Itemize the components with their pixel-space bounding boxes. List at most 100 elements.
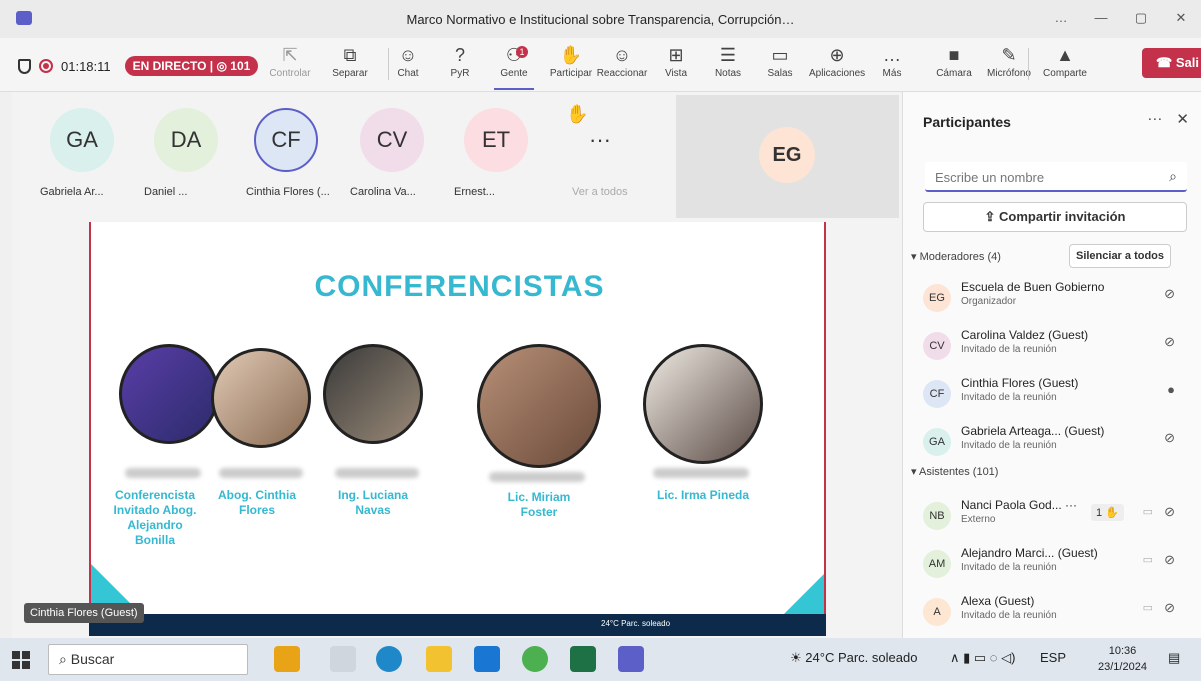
toolbar-button-separar[interactable]: ⧉ Separar [322,44,378,79]
blurred-caption [489,472,585,482]
moderators-section-toggle[interactable]: ▾ Moderadores (4) [911,250,1001,263]
toolbar-label: Gente [500,68,528,79]
search-placeholder: Escribe un nombre [935,170,1045,185]
more-icon[interactable]: ··· [1147,110,1162,128]
participant-row[interactable]: CF Cinthia Flores (Guest) Invitado de la r… [923,374,1193,418]
language-indicator[interactable]: ESP [1040,650,1066,665]
weather-widget[interactable]: ☀ 24°C Parc. soleado [790,650,917,666]
toolbar-button-vista[interactable]: ⊞ Vista [648,44,704,79]
phone-icon: ☎ [1156,55,1176,70]
mic-muted-icon[interactable]: ⊘ [1164,334,1175,350]
panel-actions: ··· ✕ [1147,110,1189,128]
mic-on-icon[interactable]: ● [1167,382,1175,397]
task-view-icon[interactable] [330,646,356,672]
vista-icon: ⊞ [668,45,684,65]
leave-button[interactable]: ☎ Sali [1142,48,1201,78]
toolbar-divider [1028,48,1029,80]
system-tray-icons[interactable]: ∧ ▮ ▭ ◌ ◁) [950,650,1015,666]
mic-muted-icon[interactable]: ⊘ [1164,600,1175,616]
close-window-button[interactable]: ✕ [1161,0,1201,38]
participant-avatar[interactable]: ET [464,108,528,172]
toolbar-button-comparte[interactable]: ▲ Comparte [1037,44,1093,79]
participant-name[interactable]: Ver a todos [572,186,628,198]
toolbar-button-aplicaciones[interactable]: ⊕ Aplicaciones [809,44,865,79]
mic-muted-icon[interactable]: ⊘ [1164,504,1175,520]
speaker-name: Lic. Miriam Foster [507,490,571,519]
toolbar-label: Salas [767,68,793,79]
live-badge[interactable]: EN DIRECTO | ◎ 101 [124,56,259,76]
file-explorer-icon[interactable] [426,646,452,672]
taskbar-search[interactable]: ⌕ Buscar [48,644,248,675]
participar-icon: ✋ [559,45,583,65]
participant-role: Organizador [961,296,1017,307]
attendees-section-toggle[interactable]: ▾ Asistentes (101) [911,465,998,478]
camera-off-icon: ▭ [1142,554,1153,566]
toolbar-button-controlar[interactable]: ⇱ Controlar [262,44,318,79]
speaker-name: Lic. Irma Pineda [656,488,750,502]
mic-muted-icon[interactable]: ⊘ [1164,286,1175,302]
participant-name: Gabriela Ar... [40,186,104,198]
participant-avatar: GA [923,428,951,456]
toolbar-button-reaccionar[interactable]: ☺ Reaccionar [594,44,650,79]
chrome-icon[interactable] [522,646,548,672]
share-icon: ⇪ [984,209,1000,224]
toolbar-button-más[interactable]: … Más [864,44,920,79]
clock-date: 23/1/2024 [1098,661,1147,673]
minimize-button[interactable]: — [1081,0,1121,38]
toolbar-button-gente[interactable]: ⚇ Gente 1 [486,44,542,90]
cámara-icon: ■ [948,45,960,65]
participant-name: Carolina Valdez (Guest) [961,328,1089,342]
participant-role: Invitado de la reunión [961,440,1057,451]
maximize-button[interactable]: ▢ [1121,0,1161,38]
speaker-photo [211,348,311,448]
participant-row[interactable]: NB Nanci Paola God... ··· Externo ▭ 1 ✋ ⊘ [923,496,1193,540]
mute-all-button[interactable]: Silenciar a todos [1069,244,1171,268]
close-icon[interactable]: ✕ [1176,110,1189,128]
toolbar-button-participar[interactable]: ✋ Participar [543,44,599,79]
participant-search-input[interactable]: Escribe un nombre ⌕ [925,162,1187,192]
teams-taskbar-icon[interactable] [618,646,644,672]
notifications-icon[interactable]: ▤ [1168,650,1180,666]
mail-icon[interactable] [474,646,500,672]
participant-row[interactable]: EG Escuela de Buen Gobierno Organizador ⊘ [923,278,1193,322]
more-options-button[interactable]: … [1041,0,1081,38]
briefcase-app-icon[interactable] [274,646,300,672]
windows-start-icon[interactable] [12,651,30,669]
participant-avatar[interactable]: CF [254,108,318,172]
participant-role: Invitado de la reunión [961,392,1057,403]
windows-taskbar: ⌕ Buscar ☀ 24°C Parc. soleado ∧ ▮ ▭ ◌ ◁)… [0,638,1201,681]
participant-row[interactable]: A Alexa (Guest) Invitado de la reunión ▭ ⊘ [923,592,1193,636]
window-controls: … — ▢ ✕ [1041,0,1201,38]
participant-row[interactable]: CV Carolina Valdez (Guest) Invitado de la … [923,326,1193,370]
speaker-photo [477,344,601,468]
share-invite-button[interactable]: ⇪ Compartir invitación [923,202,1187,232]
mic-muted-icon[interactable]: ⊘ [1164,552,1175,568]
pyr-icon: ? [454,45,465,65]
separar-icon: ⧉ [343,45,357,65]
toolbar-button-cámara[interactable]: ■ Cámara [926,44,982,79]
panel-title: Participantes [923,114,1011,130]
leave-label: Sali [1175,55,1199,70]
blurred-caption [219,468,303,478]
participant-avatar[interactable]: GA [50,108,114,172]
toolbar-label: Separar [332,68,368,79]
toolbar-button-pyr[interactable]: ? PyR [432,44,488,79]
participant-avatar: AM [923,550,951,578]
speaker-name: Conferencista Invitado Abog. Alejandro B… [113,488,197,547]
excel-icon[interactable] [570,646,596,672]
edge-icon[interactable] [376,646,402,672]
toolbar-label: PyR [450,68,470,79]
live-label: EN DIRECTO [132,59,207,73]
participant-row[interactable]: AM Alejandro Marci... (Guest) Invitado de … [923,544,1193,588]
toolbar-button-notas[interactable]: ☰ Notas [700,44,756,79]
taskbar-clock[interactable]: 10:36 23/1/2024 [1098,643,1147,675]
participant-name: Cinthia Flores (Guest) [961,376,1079,390]
participant-avatar[interactable]: CV [360,108,424,172]
participant-row[interactable]: GA Gabriela Arteaga... (Guest) Invitado de… [923,422,1193,466]
record-icon [39,59,53,73]
toolbar-label: Chat [397,68,419,79]
toolbar-button-salas[interactable]: ▭ Salas [752,44,808,79]
mic-muted-icon[interactable]: ⊘ [1164,430,1175,446]
raised-hand-icon: ✋ [566,104,589,124]
participant-avatar[interactable]: DA [154,108,218,172]
